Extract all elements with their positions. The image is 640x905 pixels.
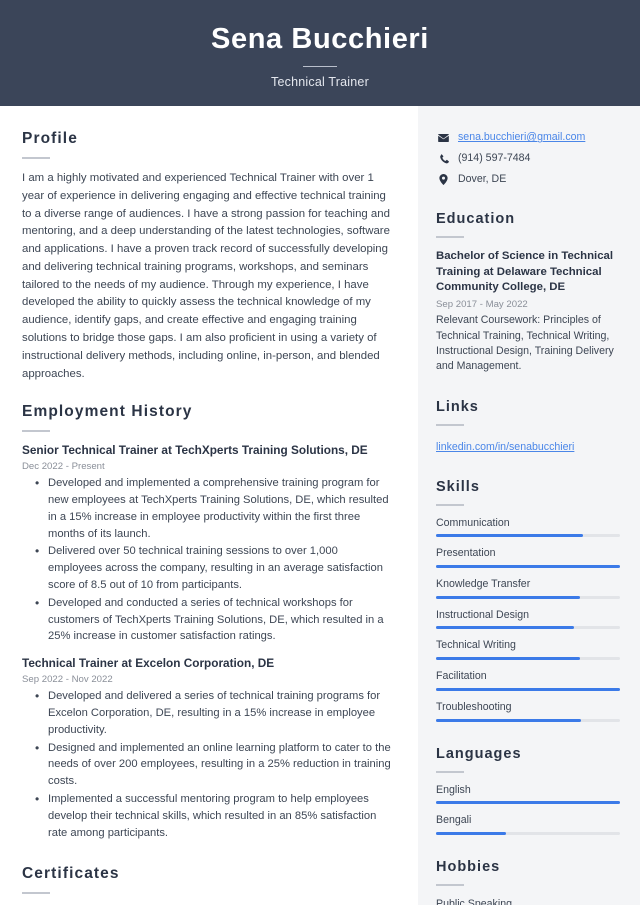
skill-fill — [436, 687, 620, 691]
section-links: Links linkedin.com/in/senabucchieri — [436, 399, 620, 455]
language-label: Bengali — [436, 814, 472, 827]
resume-header: Sena Bucchieri Technical Trainer — [0, 0, 640, 106]
language-track — [436, 801, 620, 805]
skill-fill — [436, 534, 584, 538]
hobbies-heading: Hobbies — [436, 858, 501, 875]
heading-rule — [436, 883, 464, 886]
heading-rule — [436, 236, 464, 238]
language-item: English — [436, 784, 620, 805]
section-hobbies: Hobbies Public Speaking — [436, 859, 620, 905]
language-fill — [436, 801, 620, 805]
job-bullet: Implemented a successful mentoring progr… — [35, 790, 394, 841]
skill-label: Troubleshooting — [436, 700, 512, 713]
skill-item: Instructional Design — [436, 609, 620, 630]
contact-phone: (914) 597-7484 — [458, 151, 531, 164]
skill-item: Communication — [436, 517, 620, 538]
profile-text: I am a highly motivated and experienced … — [22, 172, 390, 380]
phone-icon — [436, 153, 451, 164]
language-track — [436, 831, 620, 835]
education-degree: Bachelor of Science in Technical Trainin… — [436, 250, 614, 294]
section-employment: Employment History Senior Technical Trai… — [22, 403, 394, 841]
heading-rule — [22, 430, 50, 433]
employment-entry: Senior Technical Trainer at TechXperts T… — [22, 443, 394, 645]
skill-item: Troubleshooting — [436, 701, 620, 722]
education-date: Sep 2017 - May 2022 — [436, 299, 528, 311]
contact-email[interactable]: sena.bucchieri@gmail.com — [458, 130, 585, 144]
skill-fill — [436, 657, 580, 661]
job-date: Sep 2022 - Nov 2022 — [22, 674, 113, 686]
heading-rule — [22, 892, 50, 895]
section-education: Education Bachelor of Science in Technic… — [436, 211, 620, 375]
skill-fill — [436, 626, 574, 630]
skill-item: Facilitation — [436, 670, 620, 691]
contact-location-row: Dover, DE — [436, 172, 620, 187]
job-bullets: Developed and delivered a series of tech… — [22, 687, 394, 841]
job-bullet: Developed and implemented a comprehensiv… — [35, 474, 394, 542]
skill-track — [436, 718, 620, 722]
skill-track — [436, 534, 620, 538]
languages-heading: Languages — [436, 745, 522, 762]
skills-heading: Skills — [436, 478, 480, 495]
section-languages: Languages English Bengali — [436, 746, 620, 835]
education-description: Relevant Coursework: Principles of Techn… — [436, 314, 614, 373]
main-column: Profile I am a highly motivated and expe… — [0, 106, 418, 905]
sidebar-column: sena.bucchieri@gmail.com (914) 597-7484 … — [418, 106, 640, 905]
skill-fill — [436, 595, 580, 599]
education-heading: Education — [436, 211, 516, 227]
job-bullet: Delivered over 50 technical training ses… — [35, 542, 394, 593]
heading-rule — [22, 157, 50, 159]
skill-label: Communication — [436, 516, 510, 529]
section-skills: Skills Communication Presentation Knowle… — [436, 479, 620, 722]
skill-track — [436, 595, 620, 599]
skill-label: Presentation — [436, 547, 496, 560]
skill-fill — [436, 565, 620, 569]
heading-rule — [436, 503, 464, 506]
skill-label: Technical Writing — [436, 639, 516, 652]
job-title: Senior Technical Trainer at TechXperts T… — [22, 443, 368, 458]
candidate-role: Technical Trainer — [271, 74, 369, 89]
resume-body: Profile I am a highly motivated and expe… — [0, 106, 640, 905]
heading-rule — [436, 423, 464, 426]
skill-label: Facilitation — [436, 670, 487, 683]
contact-phone-row: (914) 597-7484 — [436, 151, 620, 166]
language-label: English — [436, 783, 471, 796]
header-divider — [303, 65, 337, 67]
hobby-text: Public Speaking — [436, 897, 512, 905]
skill-item: Technical Writing — [436, 639, 620, 661]
candidate-name: Sena Bucchieri — [211, 23, 429, 56]
skill-track — [436, 626, 620, 630]
section-certificates: Certificates Certified Technical Trainer… — [22, 865, 394, 905]
links-heading: Links — [436, 398, 479, 415]
envelope-icon — [436, 133, 451, 142]
skill-track — [436, 657, 620, 661]
language-item: Bengali — [436, 814, 620, 835]
skill-label: Instructional Design — [436, 608, 530, 621]
resume-page: Sena Bucchieri Technical Trainer Profile… — [0, 0, 640, 905]
heading-rule — [436, 770, 464, 773]
location-pin-icon — [436, 174, 451, 185]
employment-heading: Employment History — [22, 403, 193, 421]
skill-fill — [436, 718, 582, 722]
skill-item: Knowledge Transfer — [436, 578, 620, 599]
skill-track — [436, 565, 620, 569]
job-date: Dec 2022 - Present — [22, 461, 105, 473]
skill-label: Knowledge Transfer — [436, 578, 531, 591]
section-profile: Profile I am a highly motivated and expe… — [22, 130, 394, 383]
skill-item: Presentation — [436, 547, 620, 569]
job-bullet: Designed and implemented an online learn… — [35, 739, 394, 790]
skill-track — [436, 687, 620, 691]
contact-email-row[interactable]: sena.bucchieri@gmail.com — [436, 130, 620, 145]
contact-list: sena.bucchieri@gmail.com (914) 597-7484 … — [436, 130, 620, 187]
job-title: Technical Trainer at Excelon Corporation… — [22, 656, 275, 671]
language-fill — [436, 831, 506, 835]
job-bullet: Developed and conducted a series of tech… — [35, 594, 394, 645]
profile-heading: Profile — [22, 130, 78, 147]
link-linkedin[interactable]: linkedin.com/in/senabucchieri — [436, 441, 574, 453]
job-bullets: Developed and implemented a comprehensiv… — [22, 474, 394, 645]
contact-location: Dover, DE — [458, 172, 507, 185]
job-bullet: Developed and delivered a series of tech… — [35, 687, 394, 738]
employment-entry: Technical Trainer at Excelon Corporation… — [22, 656, 394, 841]
certificates-heading: Certificates — [22, 865, 120, 883]
